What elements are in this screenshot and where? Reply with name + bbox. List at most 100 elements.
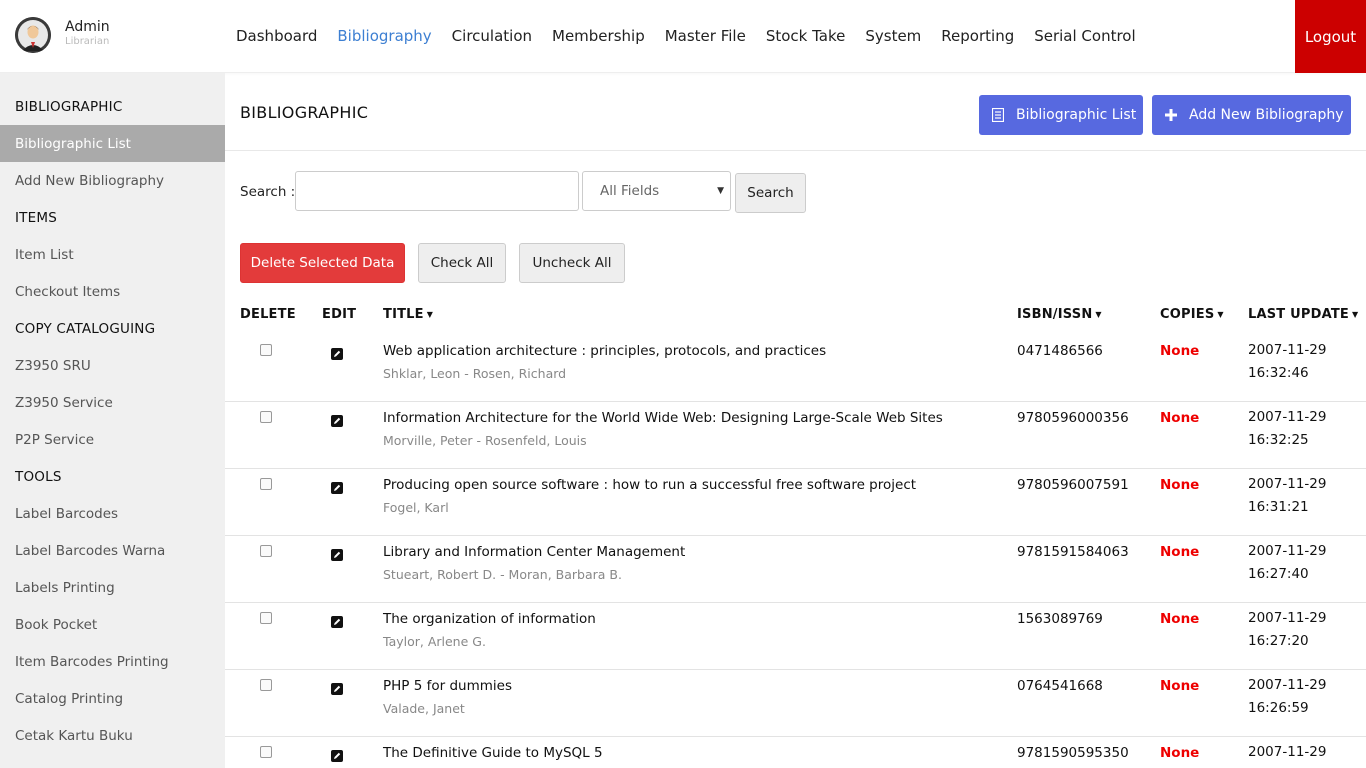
row-copies: None (1160, 678, 1200, 694)
row-copies: None (1160, 745, 1200, 761)
row-copies: None (1160, 544, 1200, 560)
add-new-bibliography-button[interactable]: Add New Bibliography (1152, 95, 1351, 135)
row-isbn: 9781590595350 (1017, 745, 1129, 761)
column-header-isbn-label: ISBN/ISSN (1017, 307, 1093, 322)
pencil-icon[interactable] (331, 546, 343, 561)
user-name: Admin (65, 19, 110, 35)
sidebar-heading-tools: TOOLS (15, 468, 62, 485)
row-title[interactable]: Web application architecture : principle… (383, 343, 826, 359)
pencil-icon[interactable] (331, 680, 343, 695)
logout-button[interactable]: Logout (1295, 0, 1366, 73)
field-select[interactable]: All Fields ▼ (582, 171, 731, 211)
pencil-icon[interactable] (331, 479, 343, 494)
sidebar-item-cetak-kartu-buku[interactable]: Cetak Kartu Buku (0, 717, 225, 754)
check-all-button[interactable]: Check All (418, 243, 506, 283)
nav-item-serial-control[interactable]: Serial Control (1034, 26, 1135, 46)
row-title[interactable]: PHP 5 for dummies (383, 678, 512, 694)
row-update-date: 2007-11-29 (1248, 744, 1327, 760)
row-title[interactable]: Information Architecture for the World W… (383, 410, 943, 426)
bibliographic-list-button[interactable]: Bibliographic List (979, 95, 1143, 135)
user-avatar-icon (15, 17, 51, 53)
row-checkbox[interactable] (260, 344, 272, 356)
row-update-time: 16:32:25 (1248, 432, 1309, 448)
row-last-update: 2007-11-29 (1248, 741, 1326, 764)
uncheck-all-button[interactable]: Uncheck All (519, 243, 625, 283)
pencil-icon[interactable] (331, 747, 343, 762)
nav-item-master-file[interactable]: Master File (665, 26, 746, 46)
row-isbn: 9780596000356 (1017, 410, 1129, 426)
sidebar-item-bibliographic-list[interactable]: Bibliographic List (0, 125, 225, 162)
row-checkbox[interactable] (260, 545, 272, 557)
row-isbn: 0471486566 (1017, 343, 1103, 359)
row-author: Shklar, Leon - Rosen, Richard (383, 366, 567, 381)
column-header-copies[interactable]: COPIES ▼ (1160, 307, 1224, 322)
field-select-value: All Fields (600, 183, 660, 199)
column-header-isbn[interactable]: ISBN/ISSN ▼ (1017, 307, 1102, 322)
row-title[interactable]: The Definitive Guide to MySQL 5 (383, 745, 603, 761)
nav-item-bibliography[interactable]: Bibliography (337, 26, 431, 46)
row-checkbox[interactable] (260, 746, 272, 758)
nav-item-reporting[interactable]: Reporting (941, 26, 1014, 46)
sidebar-item-item-list[interactable]: Item List (0, 236, 225, 273)
nav-item-stock-take[interactable]: Stock Take (766, 26, 846, 46)
column-header-last-update[interactable]: LAST UPDATE ▼ (1248, 307, 1358, 322)
row-checkbox[interactable] (260, 612, 272, 624)
top-bar: Admin Librarian Dashboard Bibliography Cir… (0, 0, 1366, 73)
row-copies: None (1160, 477, 1200, 493)
user-profile[interactable]: Admin Librarian (15, 17, 110, 53)
pencil-icon[interactable] (331, 613, 343, 628)
sidebar-item-z3950-service[interactable]: Z3950 Service (0, 384, 225, 421)
row-title[interactable]: The organization of information (383, 611, 596, 627)
sidebar: BIBLIOGRAPHIC Bibliographic List Add New B… (0, 73, 225, 768)
table-row: Producing open source software : how to … (225, 469, 1366, 536)
row-copies: None (1160, 410, 1200, 426)
sidebar-item-add-new-bibliography[interactable]: Add New Bibliography (0, 162, 225, 199)
row-checkbox[interactable] (260, 411, 272, 423)
sidebar-heading-copy-cataloguing: COPY CATALOGUING (15, 320, 156, 337)
sidebar-item-z3950-sru[interactable]: Z3950 SRU (0, 347, 225, 384)
table-row: Library and Information Center Managemen… (225, 536, 1366, 603)
row-checkbox[interactable] (260, 679, 272, 691)
sidebar-item-item-barcodes-printing[interactable]: Item Barcodes Printing (0, 643, 225, 680)
table-row: Web application architecture : principle… (225, 335, 1366, 402)
row-update-time: 16:27:20 (1248, 633, 1309, 649)
sidebar-heading-items: ITEMS (15, 209, 57, 226)
row-checkbox[interactable] (260, 478, 272, 490)
sidebar-heading-bibliographic: BIBLIOGRAPHIC (15, 98, 123, 115)
column-header-last-update-label: LAST UPDATE (1248, 307, 1349, 322)
nav-item-system[interactable]: System (865, 26, 921, 46)
row-title[interactable]: Library and Information Center Managemen… (383, 544, 685, 560)
row-title[interactable]: Producing open source software : how to … (383, 477, 916, 493)
nav-item-membership[interactable]: Membership (552, 26, 645, 46)
row-copies: None (1160, 611, 1200, 627)
sidebar-item-book-pocket[interactable]: Book Pocket (0, 606, 225, 643)
nav-item-dashboard[interactable]: Dashboard (236, 26, 317, 46)
table-row: The organization of information Taylor, A… (225, 603, 1366, 670)
sidebar-item-catalog-printing[interactable]: Catalog Printing (0, 680, 225, 717)
sidebar-item-p2p-service[interactable]: P2P Service (0, 421, 225, 458)
row-author: Stueart, Robert D. - Moran, Barbara B. (383, 567, 622, 582)
table-row: The Definitive Guide to MySQL 5 978159059… (225, 737, 1366, 768)
sidebar-item-labels-printing[interactable]: Labels Printing (0, 569, 225, 606)
row-copies: None (1160, 343, 1200, 359)
column-header-copies-label: COPIES (1160, 307, 1215, 322)
row-isbn: 1563089769 (1017, 611, 1103, 627)
column-header-edit: EDIT (322, 307, 357, 322)
delete-selected-button[interactable]: Delete Selected Data (240, 243, 405, 283)
pencil-icon[interactable] (331, 345, 343, 360)
nav-item-circulation[interactable]: Circulation (452, 26, 532, 46)
sidebar-item-checkout-items[interactable]: Checkout Items (0, 273, 225, 310)
search-input[interactable] (295, 171, 579, 211)
column-header-title[interactable]: TITLE ▼ (383, 307, 433, 322)
row-update-date: 2007-11-29 (1248, 543, 1327, 559)
row-last-update: 2007-11-29 16:26:59 (1248, 674, 1326, 720)
list-icon (992, 108, 1004, 122)
row-author: Fogel, Karl (383, 500, 449, 515)
sidebar-item-label-barcodes-warna[interactable]: Label Barcodes Warna (0, 532, 225, 569)
pencil-icon[interactable] (331, 412, 343, 427)
row-last-update: 2007-11-29 16:27:20 (1248, 607, 1326, 653)
search-button[interactable]: Search (735, 173, 806, 213)
sidebar-item-label-barcodes[interactable]: Label Barcodes (0, 495, 225, 532)
sort-caret-icon: ▼ (1095, 310, 1102, 319)
user-role: Librarian (65, 36, 110, 47)
